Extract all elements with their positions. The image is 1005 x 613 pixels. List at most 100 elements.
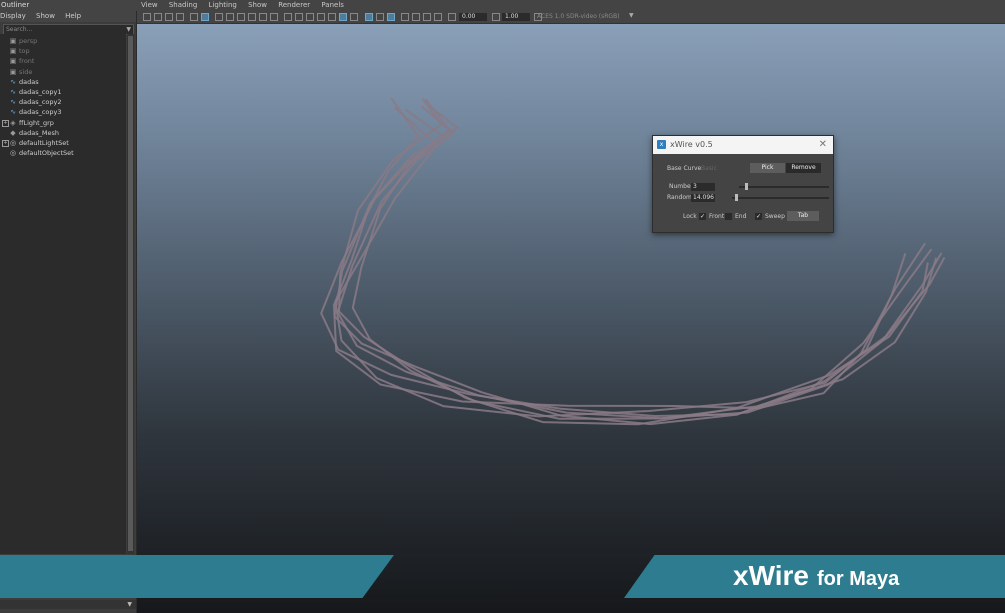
color-space-dropdown[interactable]: ACES 1.0 SDR-video (sRGB) bbox=[534, 13, 634, 21]
grid-icon[interactable] bbox=[190, 13, 198, 21]
outliner-menu-help[interactable]: Help bbox=[65, 12, 81, 20]
motion-blur-icon[interactable] bbox=[412, 13, 420, 21]
outliner-item-label: dadas_Mesh bbox=[19, 128, 59, 137]
number-field[interactable]: 3 bbox=[691, 183, 715, 191]
outliner-item[interactable]: ∿ dadas_copy2 bbox=[0, 97, 126, 107]
image-plane-icon[interactable] bbox=[176, 13, 184, 21]
curve-icon: ∿ bbox=[10, 77, 16, 86]
outliner-menubar: Display Show Help bbox=[0, 11, 136, 22]
safe-action-icon[interactable] bbox=[259, 13, 267, 21]
menu-lighting[interactable]: Lighting bbox=[209, 1, 237, 9]
camera-icon: ▣ bbox=[9, 37, 17, 45]
outliner-vertical-scrollbar[interactable] bbox=[127, 34, 134, 554]
scrollbar-thumb[interactable] bbox=[128, 36, 133, 551]
gamma-field[interactable]: 1.00 bbox=[502, 13, 530, 21]
expand-icon[interactable]: + bbox=[2, 119, 9, 127]
bookmark-icon[interactable] bbox=[165, 13, 173, 21]
smooth-shade-icon[interactable] bbox=[295, 13, 303, 21]
outliner-item[interactable]: ▣ top bbox=[0, 46, 126, 56]
outliner-item[interactable]: ▣ side bbox=[0, 67, 126, 77]
outliner-item[interactable]: + ◎ defaultLightSet bbox=[0, 138, 126, 148]
front-checkbox[interactable]: ✓ bbox=[699, 213, 706, 220]
tab-button[interactable]: Tab bbox=[787, 211, 819, 221]
outliner-item[interactable]: ◆ dadas_Mesh bbox=[0, 128, 126, 138]
screen-space-icon[interactable] bbox=[434, 13, 442, 21]
outliner-list: ▣ persp ▣ top ▣ front ▣ side ∿ dadas ∿ dadas_copy1 ∿… bbox=[0, 34, 126, 554]
outliner-item[interactable]: ▣ front bbox=[0, 56, 126, 66]
outliner-item[interactable]: ▣ persp bbox=[0, 36, 126, 46]
menu-renderer[interactable]: Renderer bbox=[278, 1, 310, 9]
chevron-down-icon[interactable]: ▼ bbox=[629, 12, 634, 19]
textured-icon[interactable] bbox=[317, 13, 325, 21]
outliner-item-label: side bbox=[19, 67, 33, 76]
mesh-icon: ◆ bbox=[10, 128, 16, 137]
exposure-field[interactable]: 0.00 bbox=[459, 13, 487, 21]
outliner-item[interactable]: + ◈ ffLight_grp bbox=[0, 118, 126, 128]
sun-icon[interactable] bbox=[448, 13, 456, 21]
camera-icon: ▣ bbox=[9, 67, 17, 76]
random-slider[interactable] bbox=[732, 197, 829, 199]
resolution-gate-icon[interactable] bbox=[226, 13, 234, 21]
menu-show[interactable]: Show bbox=[248, 1, 267, 9]
number-slider-handle[interactable] bbox=[745, 183, 749, 190]
viewport-3d[interactable] bbox=[137, 24, 1005, 613]
random-slider-handle[interactable] bbox=[734, 194, 738, 201]
pick-button[interactable]: Pick bbox=[750, 163, 785, 173]
outliner-item[interactable]: ◎ defaultObjectSet bbox=[0, 148, 126, 158]
close-icon[interactable]: ✕ bbox=[819, 136, 827, 154]
isolate-select-icon[interactable] bbox=[387, 13, 395, 21]
outliner-panel: Outliner Display Show Help Search... ▼ ▣… bbox=[0, 0, 137, 613]
lights-icon[interactable] bbox=[328, 13, 336, 21]
outliner-item-label: dadas_copy3 bbox=[19, 108, 62, 117]
viewport-toolbar: 0.00 1.00 ACES 1.0 SDR-video (sRGB) ▼ bbox=[137, 11, 1005, 24]
base-curve-value: Basic bbox=[701, 165, 717, 172]
film-gate-icon[interactable] bbox=[215, 13, 223, 21]
outliner-menu-display[interactable]: Display bbox=[0, 12, 26, 20]
front-label: Front bbox=[709, 213, 725, 220]
menu-view[interactable]: View bbox=[141, 1, 158, 9]
default-material-icon[interactable] bbox=[306, 13, 314, 21]
wireframe-icon[interactable] bbox=[284, 13, 292, 21]
multisample-icon[interactable] bbox=[401, 13, 409, 21]
pencil-icon[interactable] bbox=[201, 13, 209, 21]
end-checkbox[interactable] bbox=[725, 213, 732, 220]
shadows-icon[interactable] bbox=[339, 13, 347, 21]
menu-shading[interactable]: Shading bbox=[169, 1, 197, 9]
wire-curves bbox=[320, 97, 945, 426]
xwire-app-icon: x bbox=[657, 140, 666, 149]
set-icon: ◎ bbox=[9, 149, 17, 158]
chevron-down-icon[interactable]: ▼ bbox=[126, 25, 131, 34]
banner-title: xWire for Maya bbox=[733, 560, 899, 592]
outliner-menu-show[interactable]: Show bbox=[36, 12, 55, 20]
outliner-item[interactable]: ∿ dadas bbox=[0, 77, 126, 87]
outliner-item-label: defaultObjectSet bbox=[19, 149, 74, 158]
chevron-down-icon[interactable]: ▼ bbox=[127, 600, 132, 609]
dialog-titlebar[interactable]: x xWire v0.5 ✕ bbox=[653, 136, 833, 154]
menu-panels[interactable]: Panels bbox=[321, 1, 344, 9]
outliner-item[interactable]: ∿ dadas_copy3 bbox=[0, 107, 126, 117]
outliner-item[interactable]: ∿ dadas_copy1 bbox=[0, 87, 126, 97]
depth-of-field-icon[interactable] bbox=[423, 13, 431, 21]
ambient-occlusion-icon[interactable] bbox=[350, 13, 358, 21]
base-curve-label: Base Curve bbox=[667, 165, 702, 172]
safe-title-icon[interactable] bbox=[270, 13, 278, 21]
camera-icon[interactable] bbox=[143, 13, 151, 21]
gate-mask-icon[interactable] bbox=[237, 13, 245, 21]
remove-button[interactable]: Remove bbox=[786, 163, 821, 173]
sweep-checkbox[interactable]: ✓ bbox=[755, 213, 762, 220]
number-slider[interactable] bbox=[739, 186, 829, 188]
camera-attributes-icon[interactable] bbox=[154, 13, 162, 21]
outliner-item-label: front bbox=[19, 57, 35, 66]
xwire-dialog: x xWire v0.5 ✕ Base Curve Basic Pick Rem… bbox=[652, 135, 834, 233]
random-field[interactable]: 14.096 bbox=[691, 194, 715, 202]
expand-icon[interactable]: + bbox=[2, 140, 9, 147]
gamma-icon[interactable] bbox=[492, 13, 500, 21]
outliner-item-label: dadas bbox=[19, 77, 39, 86]
field-chart-icon[interactable] bbox=[248, 13, 256, 21]
xray-icon[interactable] bbox=[365, 13, 373, 21]
xray-joints-icon[interactable] bbox=[376, 13, 384, 21]
outliner-horizontal-scrollbar[interactable]: ▼ bbox=[0, 600, 136, 609]
search-placeholder: Search... bbox=[6, 26, 33, 33]
group-icon: ◈ bbox=[10, 118, 16, 127]
outliner-item-label: dadas_copy1 bbox=[19, 88, 62, 96]
